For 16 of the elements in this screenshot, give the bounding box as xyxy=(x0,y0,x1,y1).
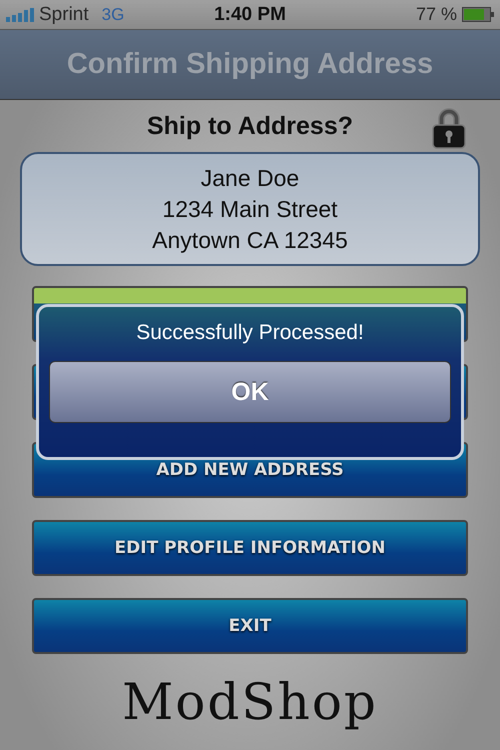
carrier-name: Sprint xyxy=(39,4,89,26)
battery-percent: 77 % xyxy=(416,4,457,25)
padlock-icon xyxy=(430,107,468,149)
section-heading: Ship to Address? xyxy=(146,112,354,140)
clock-time: 1:40 PM xyxy=(214,4,286,26)
menu-button[interactable]: EDIT PROFILE INFORMATION xyxy=(32,520,468,576)
battery-icon xyxy=(462,7,494,22)
address-line: Jane Doe xyxy=(200,164,300,192)
menu-button[interactable]: EXIT xyxy=(32,598,468,654)
address-line: Anytown CA 12345 xyxy=(152,226,348,254)
screen-title: Confirm Shipping Address xyxy=(66,48,434,81)
signal-icon xyxy=(6,8,34,22)
network-type: 3G xyxy=(102,4,124,24)
app-logo: ModShop xyxy=(122,673,378,731)
alert-message: Successfully Processed! xyxy=(136,321,364,345)
address-line: 1234 Main Street xyxy=(162,196,338,222)
